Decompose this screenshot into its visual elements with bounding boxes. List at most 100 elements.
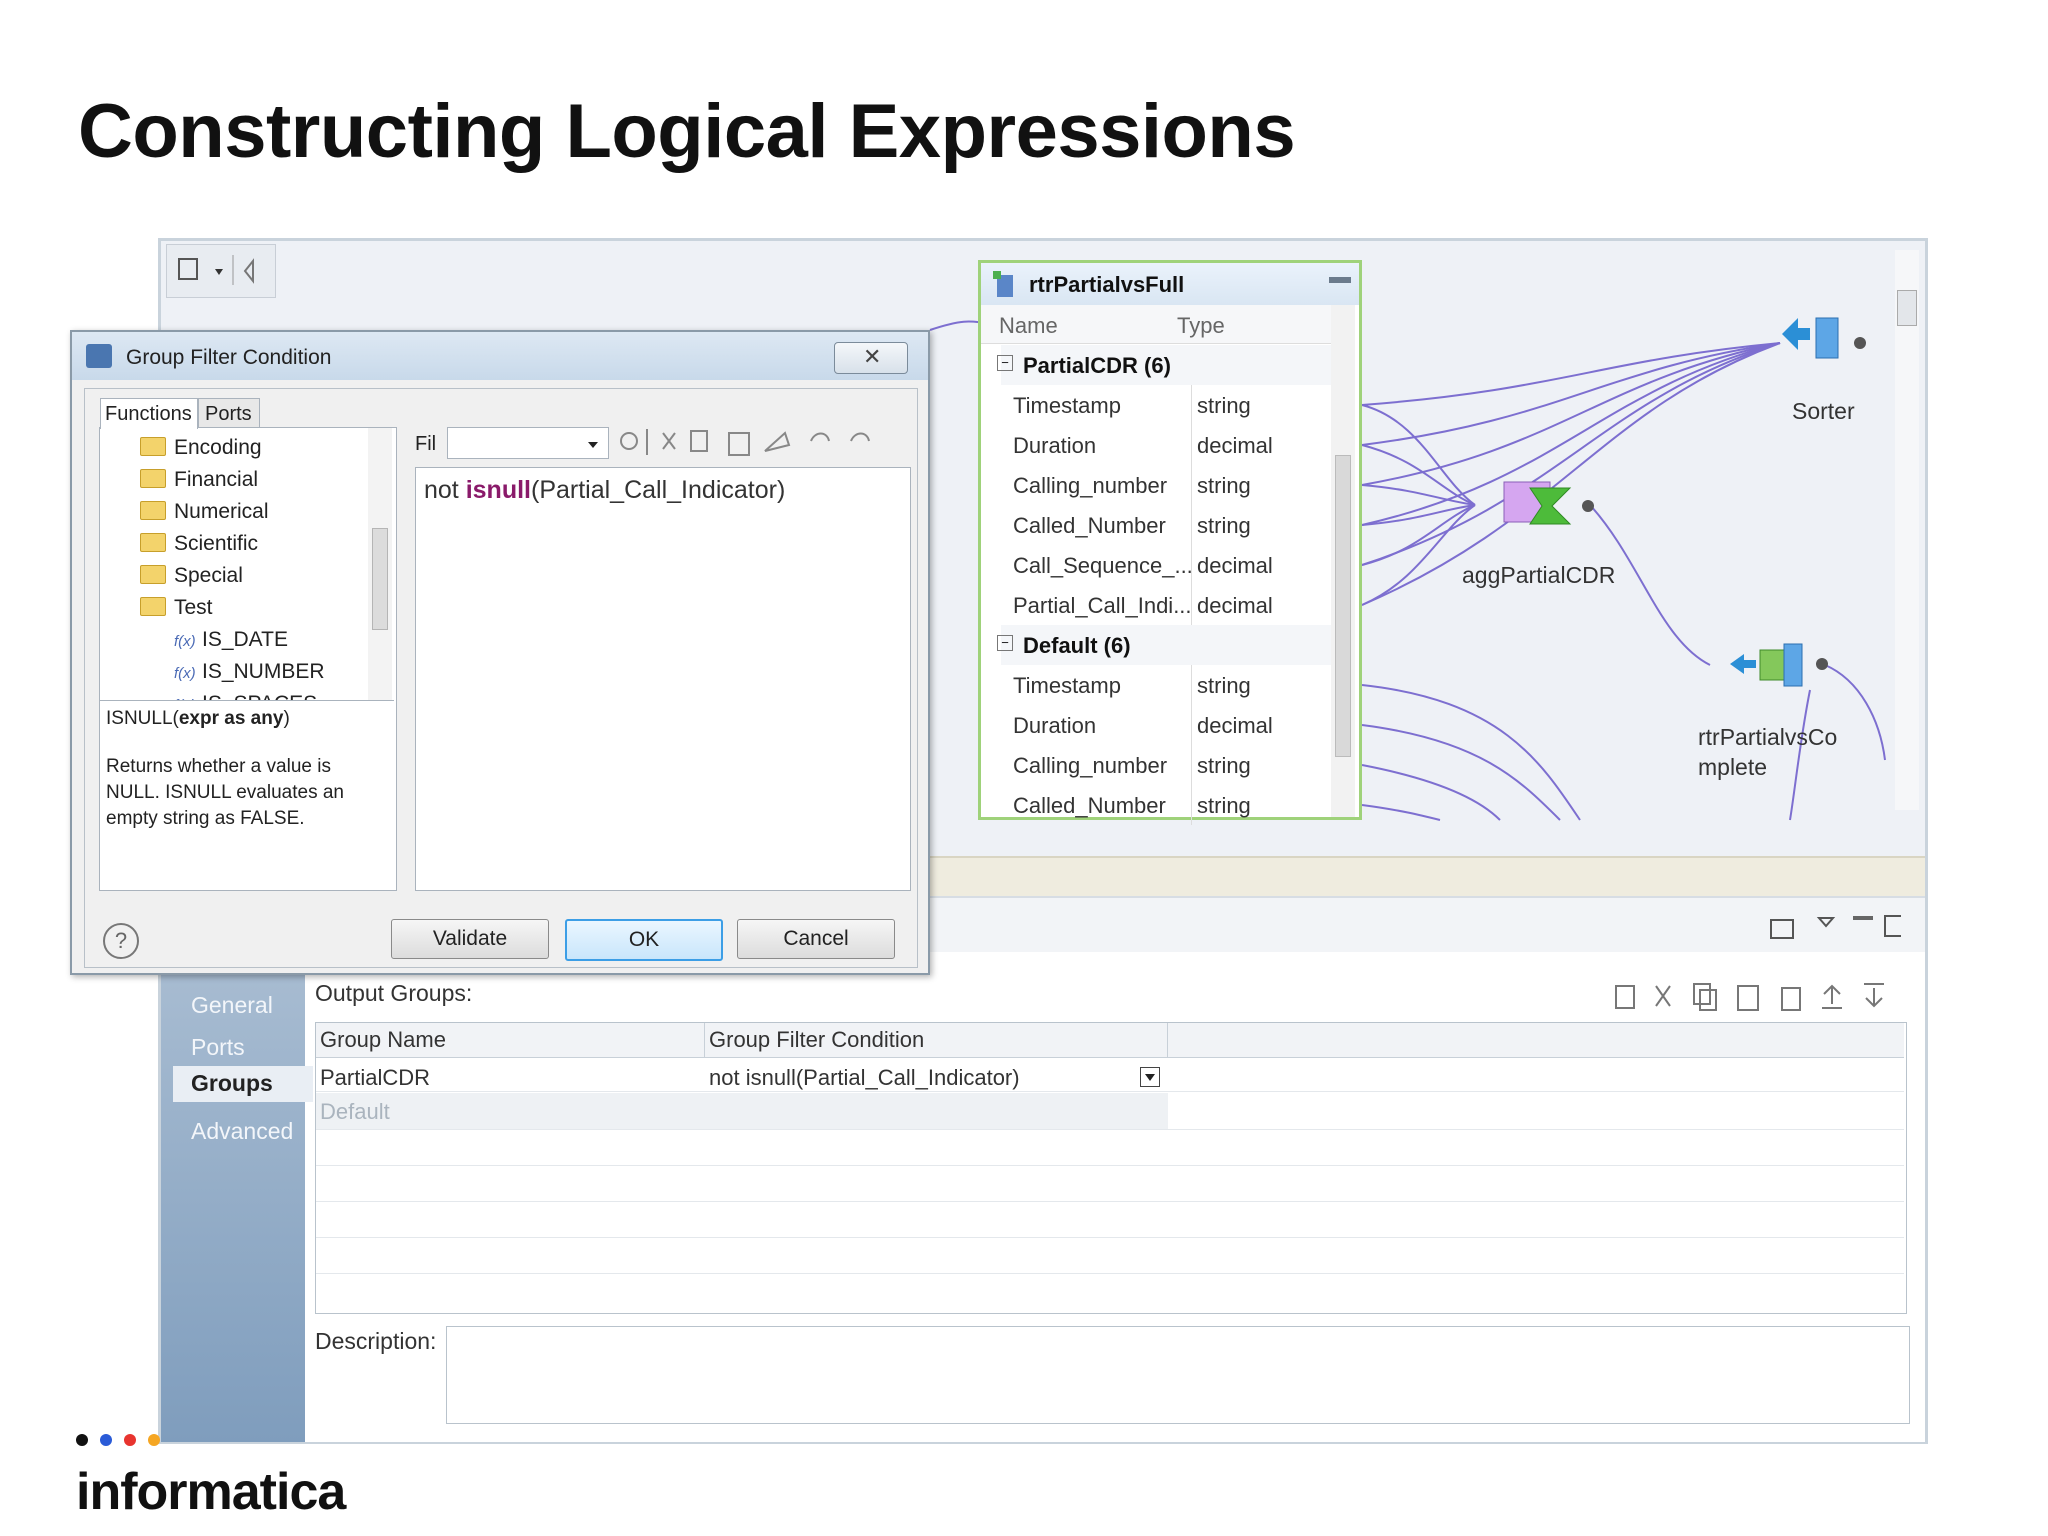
router-header[interactable]: rtrPartialvsFull bbox=[981, 263, 1359, 305]
sorter-label: Sorter bbox=[1792, 398, 1855, 424]
router-port-row[interactable]: Timestamp string bbox=[1001, 665, 1341, 705]
function-is-date[interactable]: f(x) IS_DATE bbox=[174, 628, 288, 652]
output-groups-label: Output Groups: bbox=[315, 980, 473, 1006]
expression-toolbar[interactable] bbox=[615, 425, 915, 459]
th-group-filter: Group Filter Condition bbox=[705, 1023, 1168, 1058]
sorter-icon[interactable] bbox=[1780, 310, 1870, 380]
chevron-down-icon bbox=[588, 442, 598, 448]
router2-icon[interactable] bbox=[1730, 640, 1830, 696]
function-icon: f(x) bbox=[174, 633, 196, 650]
collapse-icon[interactable]: − bbox=[997, 635, 1013, 651]
nav-ports[interactable]: Ports bbox=[191, 1034, 245, 1061]
router-group-header[interactable]: − PartialCDR (6) bbox=[997, 345, 1341, 385]
grid-line bbox=[316, 1091, 1904, 1092]
grid-line bbox=[316, 1165, 1904, 1166]
dialog-body: Functions Ports Encoding Financial Numer… bbox=[84, 388, 918, 968]
router-port-row[interactable]: Duration decimal bbox=[1001, 425, 1341, 465]
tree-scroll-thumb[interactable] bbox=[372, 528, 388, 630]
view-controls-icons[interactable] bbox=[1761, 906, 1901, 946]
router2-label-line1: rtrPartialvsCo bbox=[1698, 724, 1838, 750]
folder-icon bbox=[140, 501, 166, 520]
folder-numerical[interactable]: Numerical bbox=[140, 500, 269, 524]
cancel-button[interactable]: Cancel bbox=[737, 919, 895, 959]
tab-ports[interactable]: Ports bbox=[198, 398, 260, 427]
validate-button[interactable]: Validate bbox=[391, 919, 549, 959]
minimize-icon[interactable] bbox=[1329, 277, 1351, 283]
th-empty bbox=[1168, 1023, 1904, 1058]
function-signature: ISNULL(expr as any) bbox=[106, 708, 290, 729]
description-field[interactable] bbox=[446, 1326, 1910, 1424]
help-icon[interactable]: ? bbox=[103, 923, 139, 959]
tab-functions[interactable]: Functions bbox=[100, 398, 198, 429]
folder-icon bbox=[140, 597, 166, 616]
dialog-app-icon bbox=[86, 344, 112, 368]
function-description: Returns whether a value is NULL. ISNULL … bbox=[106, 756, 344, 829]
output-groups-table: Group Name Group Filter Condition Partia… bbox=[315, 1022, 1907, 1314]
router-port-row[interactable]: Partial_Call_Indi... decimal bbox=[1001, 585, 1341, 625]
folder-icon bbox=[140, 437, 166, 456]
row-default-name[interactable]: Default bbox=[320, 1099, 390, 1125]
expand-down-icon bbox=[1145, 1074, 1155, 1081]
router-port-row[interactable]: Call_Sequence_... decimal bbox=[1001, 545, 1341, 585]
nav-groups-label: Groups bbox=[191, 1070, 273, 1096]
aggregator-icon[interactable] bbox=[1500, 478, 1600, 540]
router2-label: rtrPartialvsCo mplete bbox=[1698, 722, 1837, 782]
ok-button[interactable]: OK bbox=[565, 919, 723, 961]
canvas-vertical-scrollbar[interactable] bbox=[1895, 250, 1919, 810]
expression-text[interactable]: not isnull(Partial_Call_Indicator) bbox=[424, 476, 785, 505]
folder-scientific[interactable]: Scientific bbox=[140, 532, 258, 556]
nav-groups[interactable]: Groups bbox=[173, 1066, 313, 1102]
folder-icon bbox=[140, 469, 166, 488]
row-partialcdr-name[interactable]: PartialCDR bbox=[320, 1065, 430, 1091]
close-button[interactable]: ✕ bbox=[834, 342, 908, 374]
logo-dots bbox=[76, 1434, 160, 1446]
router-scrollbar[interactable] bbox=[1331, 305, 1355, 817]
grid-line bbox=[316, 1237, 1904, 1238]
grid-line bbox=[316, 1201, 1904, 1202]
router-icon bbox=[993, 271, 1013, 297]
col-type-header: Type bbox=[1177, 313, 1225, 338]
grid-line bbox=[316, 1273, 1904, 1274]
nav-advanced[interactable]: Advanced bbox=[191, 1118, 293, 1145]
row-partialcdr-condition[interactable]: not isnull(Partial_Call_Indicator) bbox=[709, 1065, 1020, 1091]
router-column-header: Name Type bbox=[981, 305, 1341, 344]
col-name-header: Name bbox=[999, 313, 1058, 338]
router-group-header[interactable]: − Default (6) bbox=[997, 625, 1341, 665]
function-browser: Functions Ports Encoding Financial Numer… bbox=[99, 398, 397, 891]
folder-test[interactable]: Test bbox=[140, 596, 213, 620]
expression-editor[interactable]: not isnull(Partial_Call_Indicator) bbox=[415, 467, 911, 891]
router-transformation[interactable]: rtrPartialvsFull Name Type − PartialCDR (… bbox=[978, 260, 1362, 825]
tree-scrollbar[interactable] bbox=[368, 428, 392, 700]
dialog-titlebar[interactable]: Group Filter Condition ✕ bbox=[72, 332, 928, 380]
folder-special[interactable]: Special bbox=[140, 564, 243, 588]
canvas-scroll-thumb[interactable] bbox=[1897, 290, 1917, 326]
router-port-row[interactable]: Calling_number string bbox=[1001, 465, 1341, 505]
folder-financial[interactable]: Financial bbox=[140, 468, 258, 492]
function-filter-select[interactable] bbox=[447, 427, 609, 459]
informatica-logo: informatica bbox=[76, 1463, 346, 1521]
expression-function-keyword: isnull bbox=[465, 476, 531, 504]
dialog-title: Group Filter Condition bbox=[126, 346, 332, 369]
aggregator-label: aggPartialCDR bbox=[1462, 562, 1616, 588]
row-default[interactable] bbox=[316, 1093, 1168, 1129]
router2-label-line2: mplete bbox=[1698, 754, 1768, 780]
folder-icon bbox=[140, 565, 166, 584]
router-port-row[interactable]: Called_Number string bbox=[1001, 505, 1341, 545]
function-is-spaces[interactable]: f(x)IS_SPACES bbox=[174, 692, 317, 700]
function-is-number[interactable]: f(x) IS_NUMBER bbox=[174, 660, 325, 684]
router-scroll-thumb[interactable] bbox=[1335, 455, 1351, 757]
folder-icon bbox=[140, 533, 166, 552]
edit-condition-button[interactable] bbox=[1140, 1067, 1160, 1087]
folder-encoding[interactable]: Encoding bbox=[140, 436, 262, 460]
router-port-row[interactable]: Timestamp string bbox=[1001, 385, 1341, 425]
router-port-row[interactable]: Duration decimal bbox=[1001, 705, 1341, 745]
router-port-row[interactable]: Calling_number string bbox=[1001, 745, 1341, 785]
router-title: rtrPartialvsFull bbox=[1029, 272, 1185, 297]
group-filter-dialog: Group Filter Condition ✕ Functions Ports… bbox=[70, 330, 930, 975]
grid-line bbox=[316, 1129, 1904, 1130]
collapse-icon[interactable]: − bbox=[997, 355, 1013, 371]
nav-general[interactable]: General bbox=[191, 992, 273, 1019]
function-tree: Encoding Financial Numerical Scientific … bbox=[100, 428, 394, 700]
router-port-row[interactable]: Called_Number string bbox=[1001, 785, 1341, 825]
function-icon: f(x) bbox=[174, 665, 196, 682]
